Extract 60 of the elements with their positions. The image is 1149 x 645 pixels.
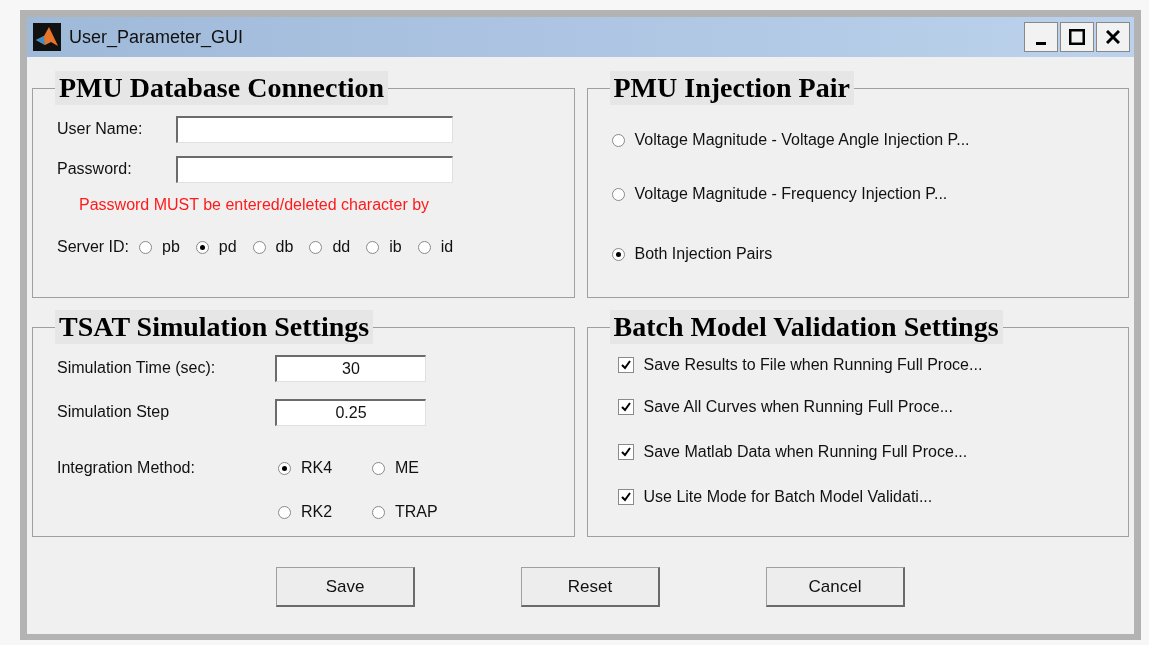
radio-button[interactable]	[372, 461, 385, 475]
checkbox[interactable]	[617, 398, 634, 415]
radio-button[interactable]	[417, 240, 431, 254]
radio-button[interactable]	[366, 240, 380, 254]
dialog-button[interactable]: Reset	[521, 567, 660, 607]
radio-label: pd	[218, 237, 237, 257]
text-field[interactable]	[176, 115, 453, 143]
text-field[interactable]: 30	[275, 354, 426, 382]
close-button[interactable]	[1096, 22, 1130, 52]
field-label: Integration Method:	[57, 458, 196, 478]
radio-button[interactable]	[195, 240, 209, 254]
radio-label: pb	[162, 237, 180, 257]
radio-label: Voltage Magnitude - Frequency Injection P...	[634, 184, 948, 204]
checkbox-label: Save All Curves when Running Full Proce...	[643, 396, 953, 417]
field-label: Simulation Step	[57, 402, 171, 422]
radio-button[interactable]	[278, 505, 291, 519]
text-field[interactable]	[176, 155, 453, 183]
checkbox-label: Save Results to File when Running Full Proce...	[643, 355, 983, 375]
checkbox-label: Save Matlab Data when Running Full Proce...	[643, 441, 968, 462]
checkbox[interactable]	[617, 443, 634, 460]
field-label: User Name:	[57, 119, 144, 139]
warning-text: Password MUST be entered/deleted character by	[79, 195, 431, 215]
field-label: Server ID:	[57, 237, 129, 257]
group-title: TSAT Simulation Settings	[55, 310, 374, 344]
dialog-button[interactable]: Cancel	[766, 567, 905, 607]
radio-button[interactable]	[139, 240, 152, 254]
window-title: User_Parameter_GUI	[69, 25, 245, 50]
radio-label: RK4	[301, 458, 333, 478]
radio-label: db	[275, 237, 294, 257]
group-title: Batch Model Validation Settings	[609, 310, 1003, 344]
checkbox[interactable]	[617, 488, 634, 505]
app-logo-icon	[33, 23, 61, 51]
radio-button[interactable]	[252, 240, 266, 254]
checkbox-label: Use Lite Mode for Batch Model Validati...	[643, 486, 933, 507]
dialog-button[interactable]: Save	[276, 567, 415, 607]
radio-label: ib	[389, 237, 402, 257]
field-label: Password:	[57, 159, 133, 179]
radio-label: Both Injection Pairs	[634, 244, 773, 264]
radio-label: id	[440, 237, 454, 257]
close-icon	[1106, 30, 1120, 44]
text-field[interactable]: 0.25	[275, 398, 426, 426]
minimize-icon	[1036, 41, 1046, 45]
group-title: PMU Database Connection	[55, 71, 389, 105]
radio-button[interactable]	[611, 133, 625, 147]
radio-label: Voltage Magnitude - Voltage Angle Injection P...	[634, 130, 970, 150]
radio-button[interactable]	[611, 247, 625, 261]
minimize-button[interactable]	[1024, 22, 1058, 52]
checkbox[interactable]	[617, 357, 634, 373]
radio-button[interactable]	[611, 187, 625, 201]
radio-label: TRAP	[395, 502, 438, 522]
field-label: Simulation Time (sec):	[57, 358, 217, 378]
group-title: PMU Injection Pair	[609, 71, 854, 105]
radio-button[interactable]	[309, 240, 323, 254]
maximize-icon	[1069, 29, 1085, 45]
radio-label: ME	[395, 458, 419, 478]
radio-label: dd	[332, 237, 351, 257]
radio-button[interactable]	[278, 461, 291, 475]
radio-label: RK2	[301, 502, 333, 522]
radio-button[interactable]	[372, 505, 385, 519]
maximize-button[interactable]	[1060, 22, 1094, 52]
